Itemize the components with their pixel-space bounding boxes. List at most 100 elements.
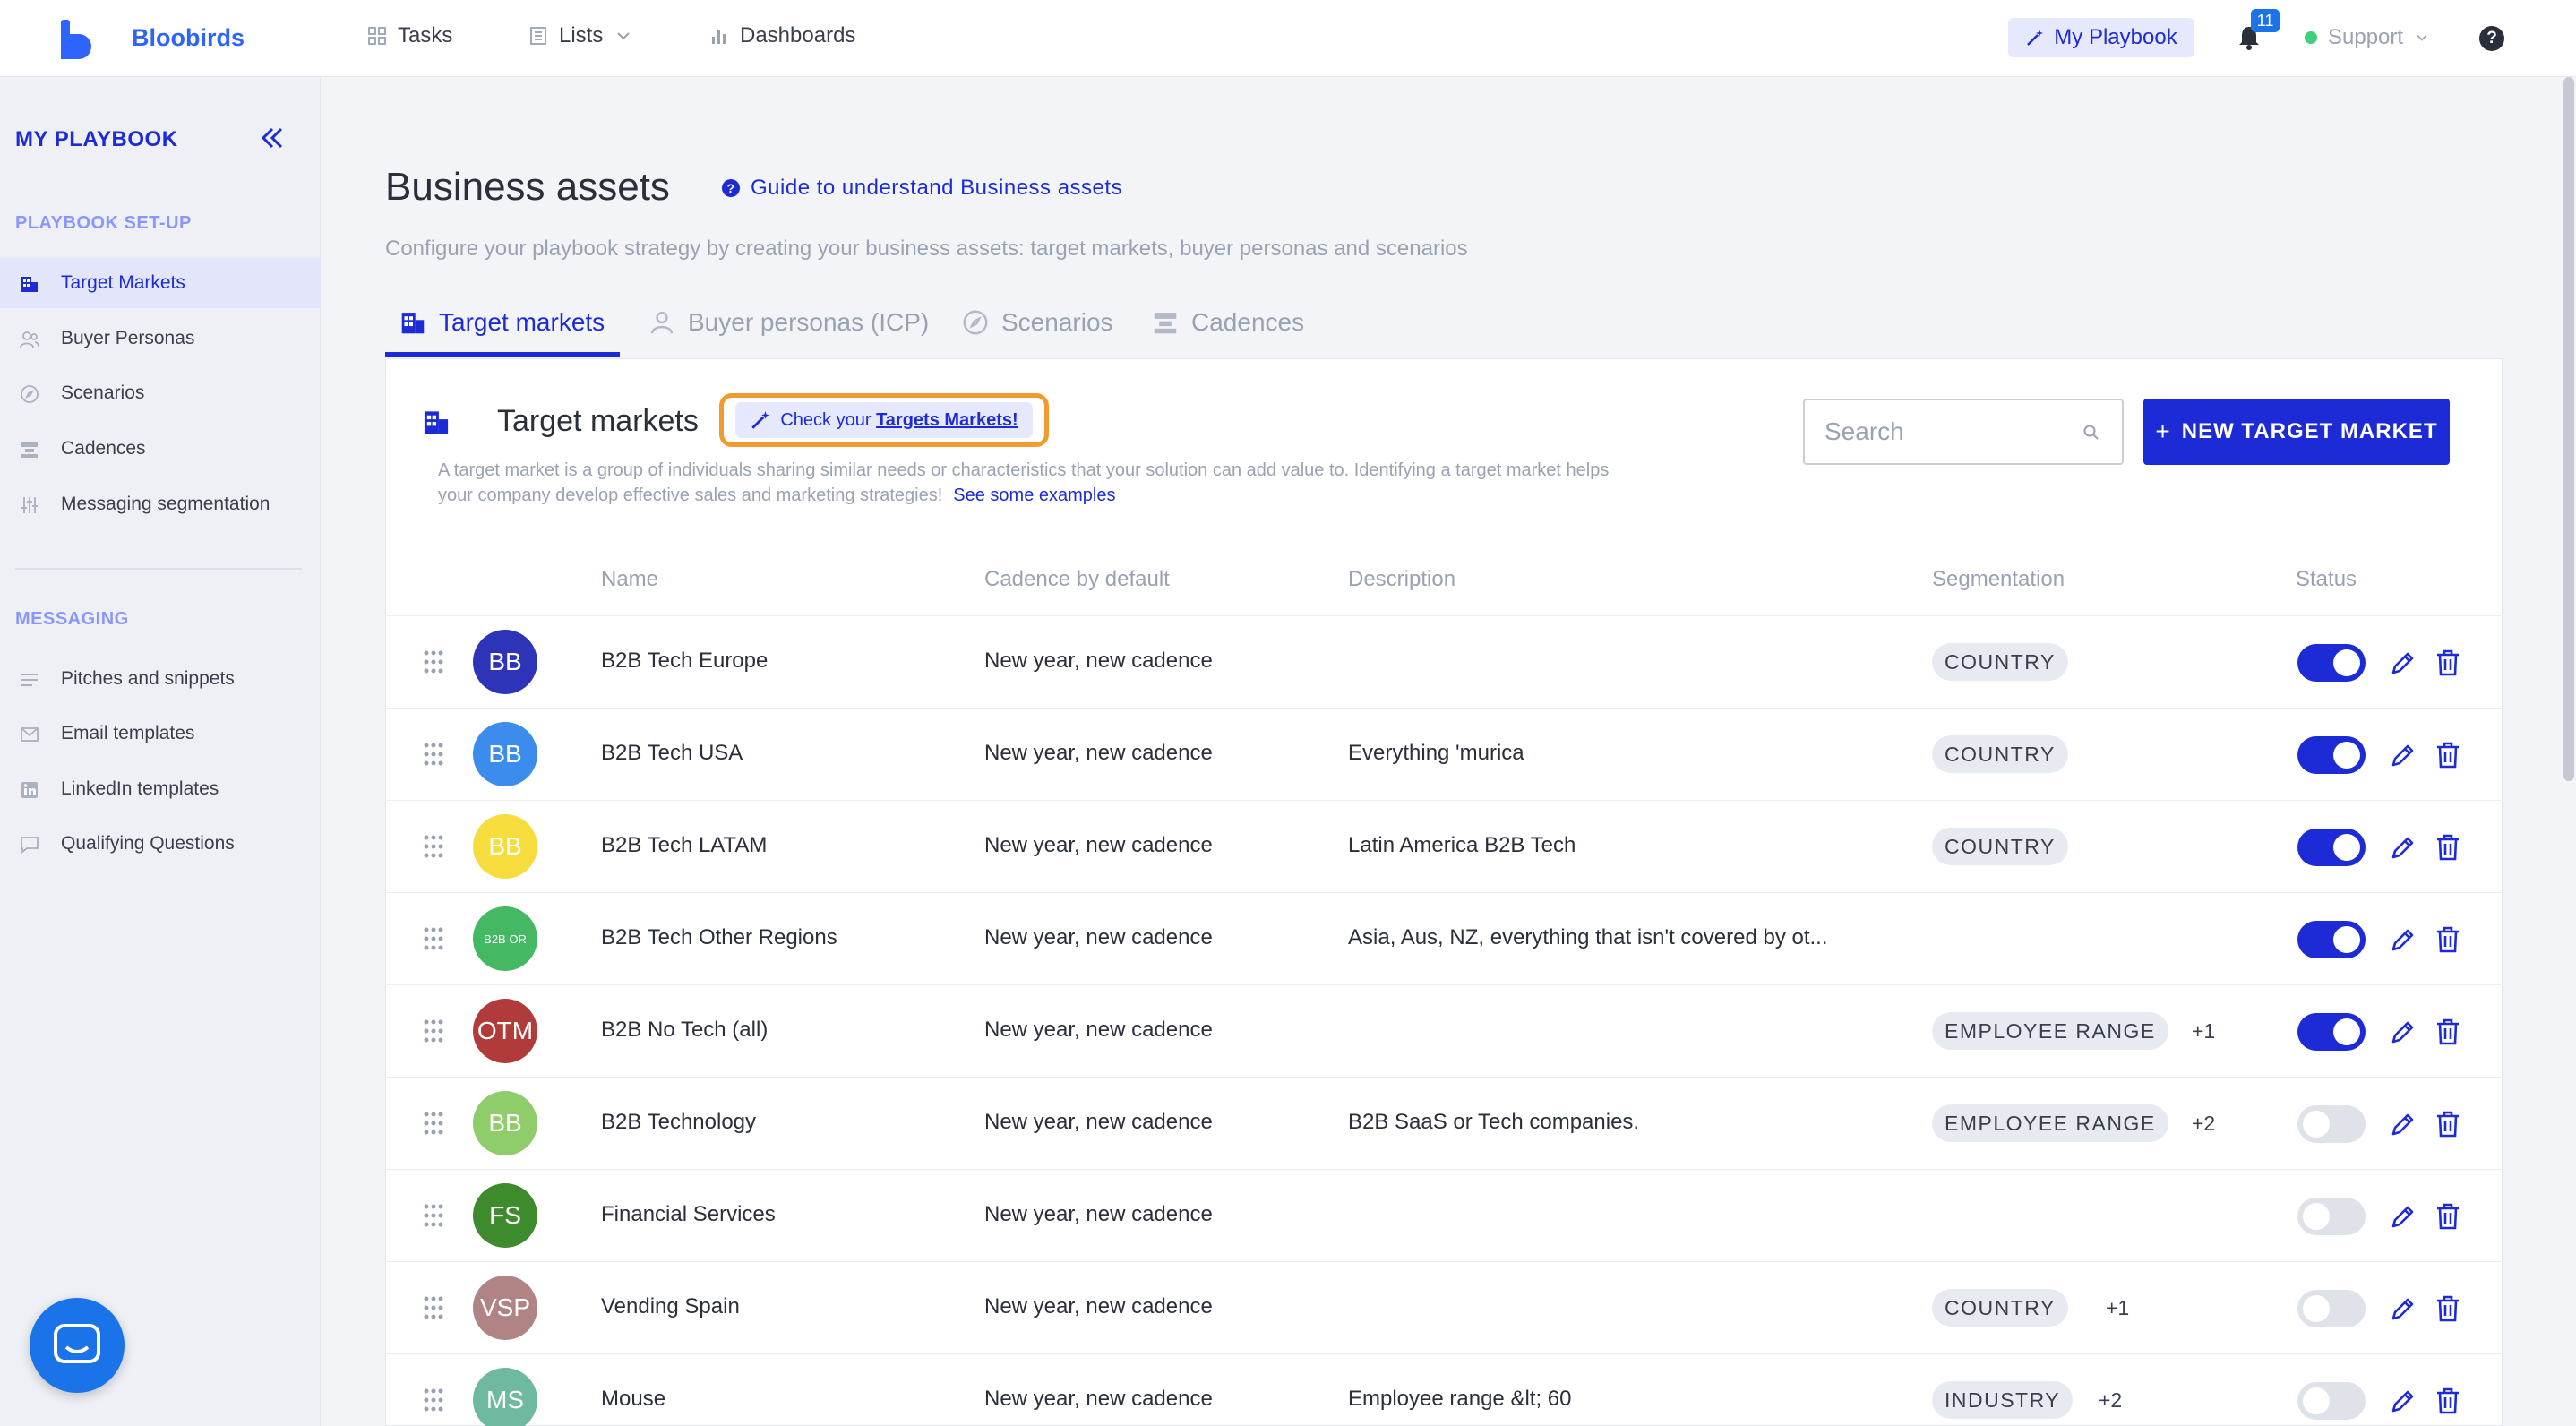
trash-icon[interactable] [2435,1294,2460,1323]
column-header-description[interactable]: Description [1348,567,1455,592]
pencil-icon[interactable] [2389,741,2417,769]
see-examples-link[interactable]: See some examples [953,485,1115,505]
person-icon [650,311,674,334]
table-row[interactable]: FS Financial Services New year, new cade… [386,1169,2502,1261]
tab-cadences[interactable]: Cadences [1152,308,1304,337]
pencil-icon[interactable] [2389,1294,2417,1323]
toggle-knob [2333,742,2360,769]
drag-handle-icon[interactable] [422,1295,445,1320]
drag-handle-icon[interactable] [422,1018,445,1044]
status-toggle[interactable] [2297,644,2366,682]
support-label: Support [2328,25,2404,49]
row-cadence: New year, new cadence [984,1110,1213,1134]
toggle-knob [2333,834,2360,861]
drag-handle-icon[interactable] [422,742,445,767]
brand-name[interactable]: Bloobirds [132,24,245,52]
check-target-markets-link[interactable]: Targets Markets! [876,410,1018,430]
pencil-icon[interactable] [2389,1202,2417,1231]
page-scrollbar[interactable] [2563,77,2574,781]
drag-handle-icon[interactable] [422,834,445,859]
status-toggle[interactable] [2297,829,2366,866]
pencil-icon[interactable] [2389,1018,2417,1046]
segmentation-more-count: +2 [2099,1388,2123,1412]
trash-icon[interactable] [2435,925,2460,954]
trash-icon[interactable] [2435,741,2460,769]
support-chat-button[interactable] [30,1298,125,1393]
search-input[interactable]: Search [1803,399,2124,465]
table-row[interactable]: VSP Vending Spain New year, new cadence … [386,1261,2502,1353]
status-toggle[interactable] [2297,1198,2366,1235]
nav-dashboards-label: Dashboards [740,23,856,47]
bar-chart-icon [712,30,726,44]
trash-icon[interactable] [2435,1202,2460,1231]
table-row[interactable]: BB B2B Technology New year, new cadence … [386,1077,2502,1169]
pencil-icon[interactable] [2389,1110,2417,1138]
new-target-market-button[interactable]: + NEW TARGET MARKET [2143,399,2450,465]
my-playbook-button[interactable]: My Playbook [2008,18,2194,57]
building-icon [21,277,38,292]
sidebar-item-email-templates[interactable]: Email templates [0,709,321,759]
status-toggle[interactable] [2297,736,2366,774]
trash-icon[interactable] [2435,1387,2460,1415]
drag-handle-icon[interactable] [422,1387,445,1413]
grid-icon [368,27,386,45]
table-row[interactable]: BB B2B Tech LATAM New year, new cadence … [386,800,2502,892]
nav-lists[interactable]: Lists [528,23,633,48]
drag-handle-icon[interactable] [422,926,445,951]
sidebar-item-messaging-segmentation[interactable]: Messaging segmentation [0,479,321,529]
column-header-status[interactable]: Status [2296,567,2357,592]
segmentation-chip: COUNTRY [1932,1289,2068,1327]
my-playbook-label: My Playbook [2054,25,2177,49]
table-row[interactable]: BB B2B Tech Europe New year, new cadence… [386,615,2502,708]
table-row[interactable]: MS Mouse New year, new cadence Employee … [386,1353,2502,1426]
trash-icon[interactable] [2435,1110,2460,1138]
table-row[interactable]: OTM B2B No Tech (all) New year, new cade… [386,984,2502,1077]
sidebar-item-buyer-personas[interactable]: Buyer Personas [0,314,321,364]
check-target-markets-button[interactable]: Check your Targets Markets! [719,393,1049,447]
pencil-icon[interactable] [2389,1387,2417,1415]
status-toggle[interactable] [2297,1013,2366,1051]
sidebar-item-scenarios[interactable]: Scenarios [0,368,321,418]
status-toggle[interactable] [2297,1290,2366,1327]
table-row[interactable]: BB B2B Tech USA New year, new cadence Ev… [386,708,2502,800]
drag-handle-icon[interactable] [422,649,445,674]
tab-label: Target markets [439,308,605,336]
table-row[interactable]: B2B OR B2B Tech Other Regions New year, … [386,892,2502,984]
tab-buyer-personas[interactable]: Buyer personas (ICP) [648,308,929,337]
pencil-icon[interactable] [2389,649,2417,677]
status-toggle[interactable] [2297,921,2366,958]
segmentation-more-count: +1 [2106,1296,2130,1319]
tab-target-markets[interactable]: Target markets [399,308,605,337]
column-header-cadence[interactable]: Cadence by default [984,567,1170,592]
tab-scenarios[interactable]: Scenarios [962,308,1113,337]
sidebar-item-linkedin-templates[interactable]: LinkedIn templates [0,764,321,814]
segmentation-chip: INDUSTRY [1932,1381,2074,1419]
nav-dashboards[interactable]: Dashboards [709,23,855,48]
trash-icon[interactable] [2435,833,2460,862]
drag-handle-icon[interactable] [422,1203,445,1228]
sidebar-item-target-markets[interactable]: Target Markets [0,258,321,308]
column-header-segmentation[interactable]: Segmentation [1932,567,2065,592]
drag-handle-icon[interactable] [422,1111,445,1136]
status-toggle[interactable] [2297,1105,2366,1143]
support-dropdown[interactable]: Support [2305,25,2430,50]
collapse-sidebar-icon[interactable] [258,124,287,152]
sidebar-item-qualifying-questions[interactable]: Qualifying Questions [0,819,321,869]
guide-link[interactable]: ? Guide to understand Business assets [722,176,1122,201]
people-icon [20,331,39,348]
trash-icon[interactable] [2435,1018,2460,1046]
pencil-icon[interactable] [2389,833,2417,862]
toggle-knob [2303,1203,2330,1230]
trash-icon[interactable] [2435,649,2460,677]
nav-tasks[interactable]: Tasks [367,23,452,48]
pencil-icon[interactable] [2389,925,2417,954]
column-header-name[interactable]: Name [601,567,658,592]
sidebar-divider [15,568,302,570]
row-name: B2B No Tech (all) [601,1018,769,1042]
bloobirds-logo-icon[interactable] [59,20,95,59]
sidebar-item-cadences[interactable]: Cadences [0,424,321,474]
help-icon[interactable]: ? [2479,26,2504,51]
sidebar-item-pitches[interactable]: Pitches and snippets [0,654,321,704]
status-toggle[interactable] [2297,1382,2366,1420]
sidebar-title: MY PLAYBOOK [15,127,178,151]
